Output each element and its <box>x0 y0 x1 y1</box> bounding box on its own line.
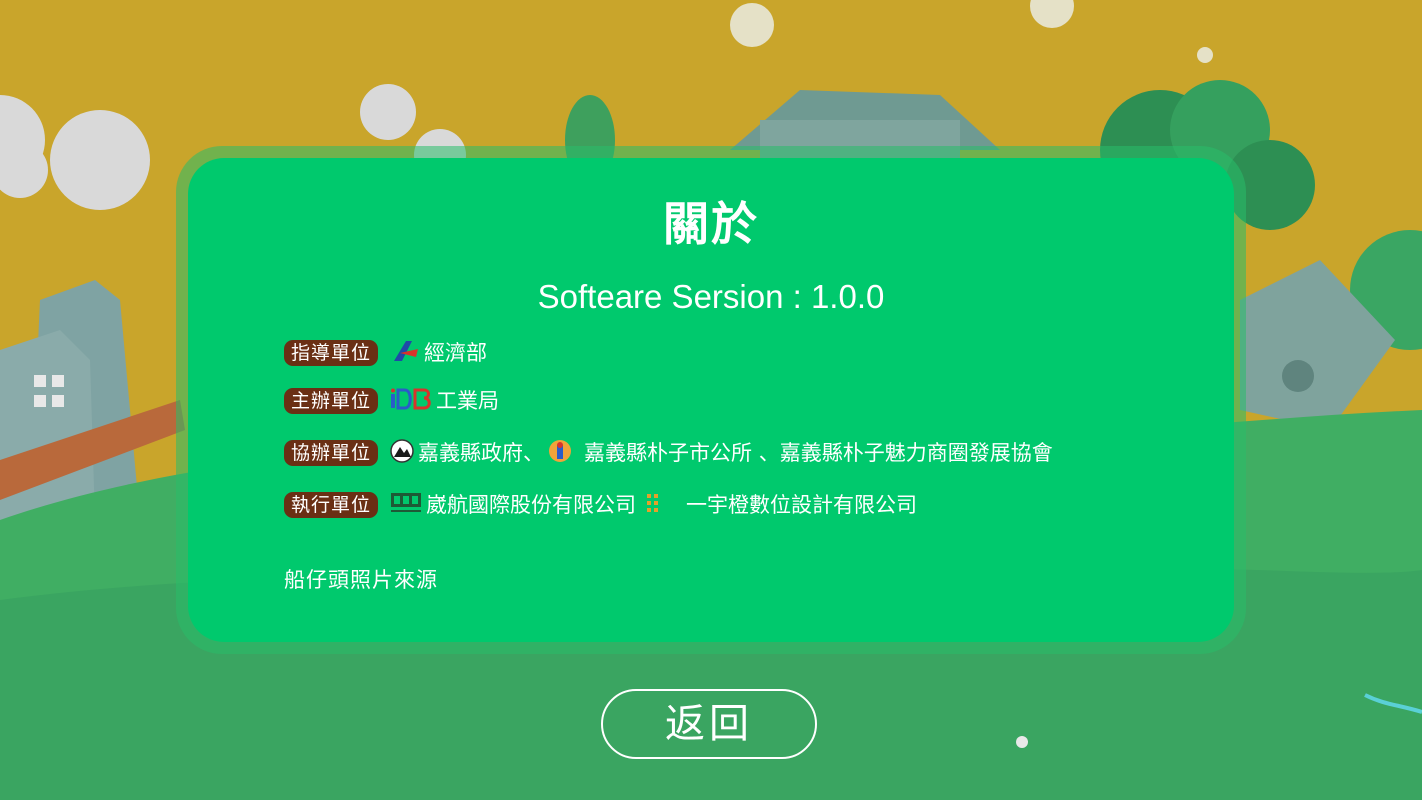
about-dialog: 關於 Softeare Sersion : 1.0.0 指導單位 經濟部 主辦單… <box>188 158 1234 642</box>
puzi-city-logo-icon <box>548 439 572 467</box>
org-idb: 工業局 <box>436 389 500 413</box>
row-co-organizer-unit: 協辦單位 嘉義縣政府、 嘉義縣朴子市公所 、嘉義縣朴子魅力商圈發展協會 <box>284 438 1053 468</box>
dialog-title: 關於 <box>663 197 759 251</box>
back-button[interactable]: 返回 <box>601 689 817 759</box>
org-yiyu: 一宇橙數位設計有限公司 <box>686 493 918 517</box>
software-version: Softeare Sersion : 1.0.0 <box>537 278 885 315</box>
badge-guidance-unit: 指導單位 <box>284 340 379 366</box>
org-chiayi-county: 嘉義縣政府、 <box>418 441 545 465</box>
cloud-bubble <box>360 84 416 140</box>
org-puzi-and-association: 嘉義縣朴子市公所 、嘉義縣朴子魅力商圈發展協會 <box>584 441 1053 465</box>
yiyu-logo-icon <box>646 493 666 517</box>
cloud-bubble <box>50 110 150 210</box>
idb-logo-icon <box>390 388 432 414</box>
badge-co-organizer-unit: 協辦單位 <box>284 440 379 466</box>
row-guidance-unit: 指導單位 經濟部 <box>284 338 487 368</box>
badge-organizer-unit: 主辦單位 <box>284 388 379 414</box>
weihang-logo-icon <box>390 491 422 519</box>
photo-source-link[interactable]: 船仔頭照片來源 <box>284 564 438 594</box>
about-screen: 關於 Softeare Sersion : 1.0.0 指導單位 經濟部 主辦單… <box>0 0 1422 800</box>
row-organizer-unit: 主辦單位 工業局 <box>284 386 499 416</box>
cloud-bubble <box>730 3 774 47</box>
moea-logo-icon <box>390 339 420 367</box>
badge-executor-unit: 執行單位 <box>284 492 379 518</box>
org-moea: 經濟部 <box>424 341 488 365</box>
org-weihang: 崴航國際股份有限公司 <box>426 493 637 517</box>
cloud-bubble <box>1197 47 1213 63</box>
chiayi-county-logo-icon <box>390 439 414 467</box>
row-executor-unit: 執行單位 崴航國際股份有限公司 一宇橙數位設計有限公司 <box>284 490 917 520</box>
